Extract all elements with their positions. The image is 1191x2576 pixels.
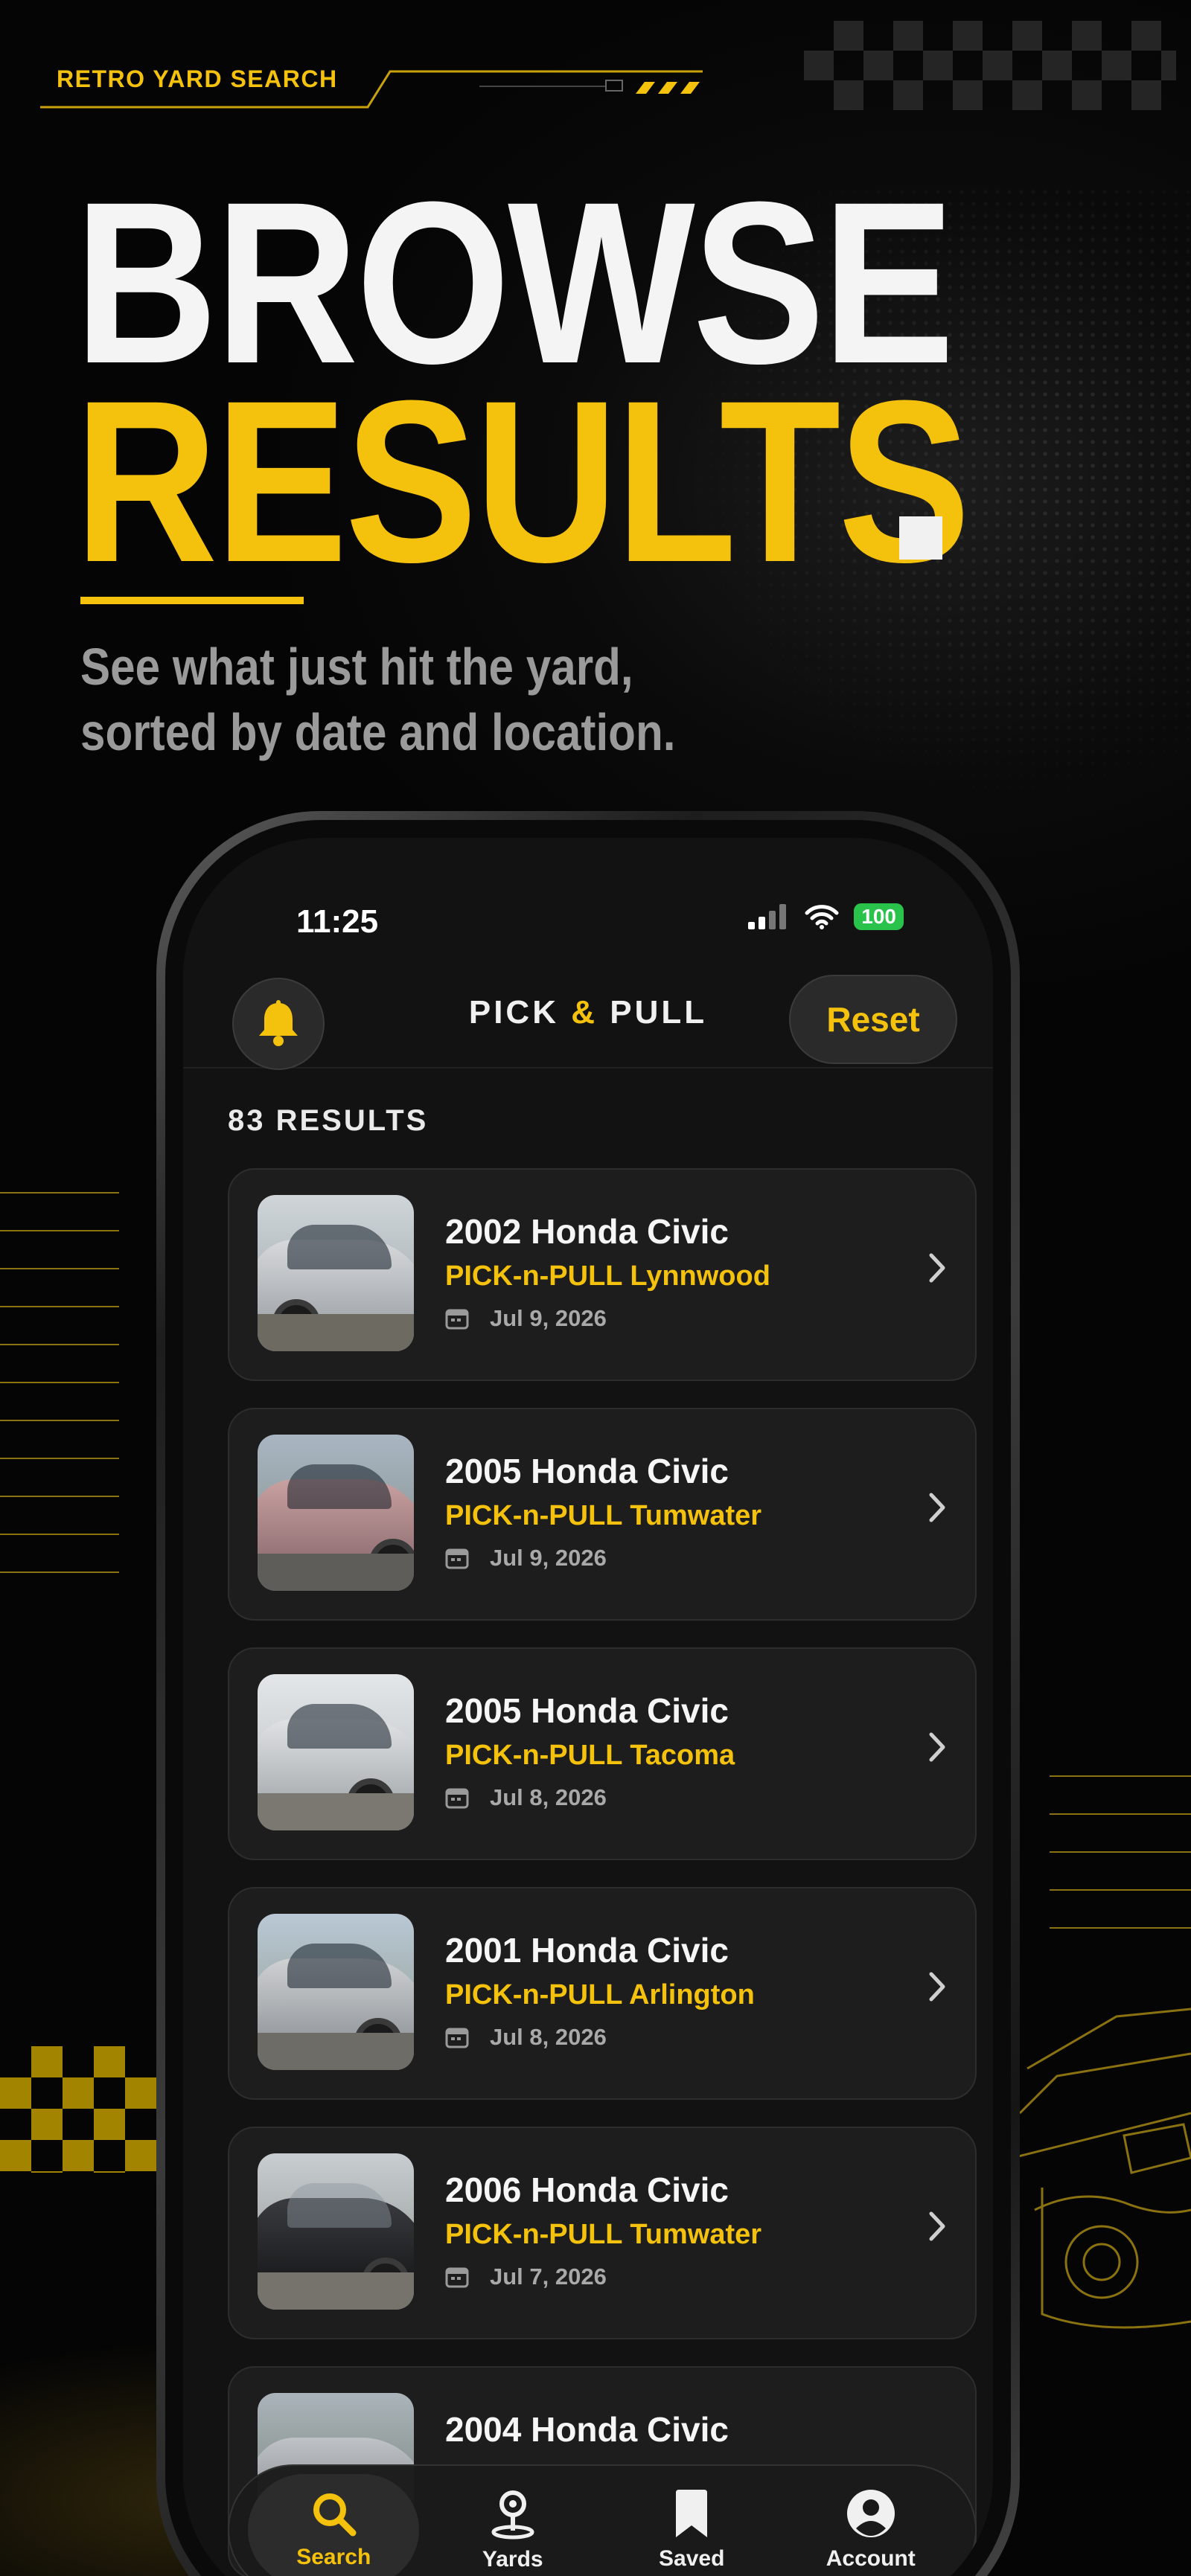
date-row: Jul 8, 2026 xyxy=(445,1784,607,1811)
tab-search[interactable]: Search xyxy=(248,2474,420,2576)
tab-saved[interactable]: Saved xyxy=(606,2474,777,2576)
vehicle-photo xyxy=(258,1195,414,1351)
cellular-signal-icon xyxy=(748,904,787,929)
vehicle-title: 2005 Honda Civic xyxy=(445,1452,729,1490)
account-icon xyxy=(846,2490,895,2537)
brand-tag-text: RETRO YARD SEARCH xyxy=(57,65,338,92)
vehicle-photo xyxy=(258,1914,414,2070)
results-count: 83 RESULTS xyxy=(228,1104,429,1137)
headline-period xyxy=(899,516,942,560)
calendar-icon xyxy=(445,1309,469,1330)
vehicle-photo xyxy=(258,2153,414,2310)
phone-screen: 11:25 100 PICK & PULL Reset 83 RESULTS 2… xyxy=(183,838,993,2576)
subtitle-line-1: See what just hit the yard, xyxy=(80,638,633,696)
chevron-right-icon xyxy=(929,2211,945,2241)
speed-lines-right xyxy=(1050,1775,1191,1965)
app-title-pick: PICK xyxy=(468,994,559,1031)
app-header: PICK & PULL Reset xyxy=(183,964,993,1070)
wifi-icon xyxy=(805,905,839,929)
search-icon xyxy=(313,2493,357,2537)
reset-button[interactable]: Reset xyxy=(789,975,957,1064)
yard-name: PICK-n-PULL Lynnwood xyxy=(445,1260,770,1292)
headline-underline xyxy=(80,597,304,604)
date-row: Jul 8, 2026 xyxy=(445,2024,607,2051)
result-card[interactable]: 2005 Honda Civic PICK-n-PULL Tacoma Jul … xyxy=(228,1647,977,1860)
result-card[interactable]: 2002 Honda Civic PICK-n-PULL Lynnwood Ju… xyxy=(228,1168,977,1381)
phone-bezel: 11:25 100 PICK & PULL Reset 83 RESULTS 2… xyxy=(165,820,1011,2576)
date-added: Jul 9, 2026 xyxy=(490,1545,607,1571)
map-pin-icon xyxy=(491,2490,534,2540)
checker-flag-pattern-top xyxy=(804,21,1176,110)
yard-name: PICK-n-PULL Tacoma xyxy=(445,1740,735,1771)
bookmark-icon xyxy=(676,2490,708,2537)
date-row: Jul 9, 2026 xyxy=(445,1545,607,1571)
calendar-icon xyxy=(445,2028,469,2048)
tab-label: Saved xyxy=(659,2546,725,2571)
calendar-icon xyxy=(445,1548,469,1569)
chevron-right-icon xyxy=(929,1253,945,1283)
results-list: 2002 Honda Civic PICK-n-PULL Lynnwood Ju… xyxy=(228,1168,977,2576)
yard-name: PICK-n-PULL Tumwater xyxy=(445,2219,762,2250)
date-row: Jul 9, 2026 xyxy=(445,1305,607,1332)
vehicle-photo xyxy=(258,1435,414,1591)
result-card[interactable]: 2005 Honda Civic PICK-n-PULL Tumwater Ju… xyxy=(228,1408,977,1621)
vehicle-title: 2005 Honda Civic xyxy=(445,1691,729,1730)
tab-bar: Search Yards Saved Account xyxy=(228,2464,977,2576)
date-row: Jul 7, 2026 xyxy=(445,2263,607,2290)
chevron-right-icon xyxy=(929,1493,945,1522)
date-added: Jul 7, 2026 xyxy=(490,2263,607,2290)
tab-label: Search xyxy=(296,2545,371,2569)
status-bar: 11:25 100 xyxy=(183,838,993,949)
app-title-pull: PULL xyxy=(610,994,708,1031)
vehicle-title: 2001 Honda Civic xyxy=(445,1931,729,1970)
battery-indicator: 100 xyxy=(854,903,904,930)
yard-name: PICK-n-PULL Arlington xyxy=(445,1979,755,2011)
status-time: 11:25 xyxy=(296,903,379,940)
date-added: Jul 8, 2026 xyxy=(490,1784,607,1810)
calendar-icon xyxy=(445,1788,469,1809)
vehicle-title: 2004 Honda Civic xyxy=(445,2410,729,2449)
vehicle-photo xyxy=(258,1674,414,1830)
headline-line-2: RESULTS xyxy=(74,352,971,610)
vehicle-title: 2002 Honda Civic xyxy=(445,1212,729,1251)
brand-tag: RETRO YARD SEARCH xyxy=(40,65,703,110)
tab-label: Account xyxy=(826,2546,916,2571)
date-added: Jul 9, 2026 xyxy=(490,1305,607,1331)
vehicle-title: 2006 Honda Civic xyxy=(445,2170,729,2209)
tab-label: Yards xyxy=(482,2547,543,2572)
car-outline-illustration xyxy=(1012,2008,1191,2329)
result-card[interactable]: 2001 Honda Civic PICK-n-PULL Arlington J… xyxy=(228,1887,977,2100)
calendar-icon xyxy=(445,2267,469,2288)
subtitle-line-2: sorted by date and location. xyxy=(80,703,676,761)
chevron-right-icon xyxy=(929,1732,945,1762)
result-card[interactable]: 2006 Honda Civic PICK-n-PULL Tumwater Ju… xyxy=(228,2127,977,2339)
speed-lines-left xyxy=(0,1192,119,1609)
chevron-right-icon xyxy=(929,1972,945,2002)
promo-subtitle: See what just hit the yard, sorted by da… xyxy=(80,634,721,765)
date-added: Jul 8, 2026 xyxy=(490,2024,607,2050)
yard-name: PICK-n-PULL Tumwater xyxy=(445,1500,762,1531)
status-icons: 100 xyxy=(748,903,904,930)
tab-account[interactable]: Account xyxy=(785,2474,957,2576)
phone-frame: 11:25 100 PICK & PULL Reset 83 RESULTS 2… xyxy=(156,811,1020,2576)
app-title-ampersand: & xyxy=(571,994,598,1031)
tab-yards[interactable]: Yards xyxy=(427,2474,598,2576)
